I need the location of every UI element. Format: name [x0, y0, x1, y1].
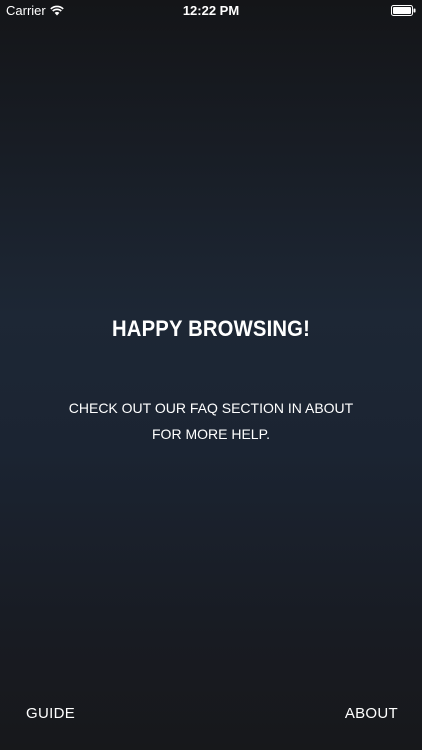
page-title: HAPPY BROWSING!: [111, 316, 311, 341]
battery-icon: [391, 5, 416, 16]
status-time: 12:22 PM: [182, 3, 240, 18]
help-message-line-2: FOR MORE HELP.: [152, 426, 270, 442]
status-bar: Carrier 12:22 PM: [0, 0, 422, 22]
help-message-line-1: CHECK OUT OUR FAQ SECTION IN ABOUT: [68, 400, 354, 416]
guide-button[interactable]: GUIDE: [26, 705, 75, 722]
about-button[interactable]: ABOUT: [345, 705, 398, 722]
help-message: CHECK OUT OUR FAQ SECTION IN ABOUT FOR M…: [40, 395, 382, 447]
